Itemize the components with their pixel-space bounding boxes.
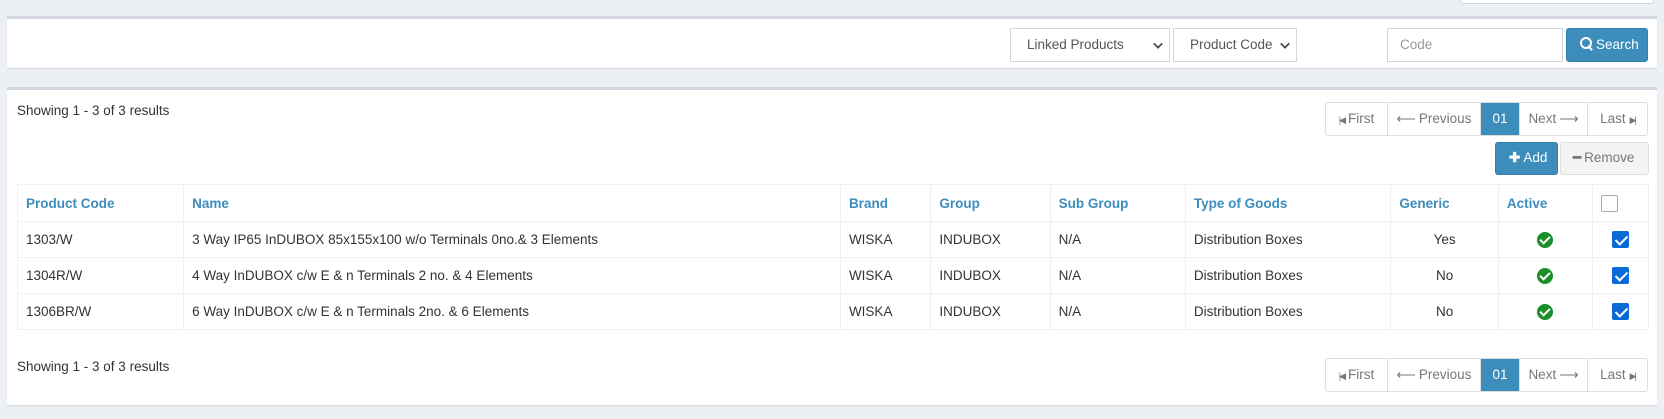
search-button-label: Search bbox=[1596, 37, 1639, 52]
column-header-name[interactable]: Name bbox=[183, 184, 841, 222]
pagination-first-button[interactable]: First bbox=[1326, 103, 1387, 135]
table-row: 1303/W 3 Way IP65 InDUBOX 85x155x100 w/o… bbox=[16, 221, 1650, 258]
cell-name: 3 Way IP65 InDUBOX 85x155x100 w/o Termin… bbox=[183, 221, 841, 258]
cell-select bbox=[1591, 221, 1650, 258]
results-panel: Showing 1 - 3 of 3 results First Previou… bbox=[7, 87, 1657, 405]
search-panel: Linked Products Product Code Code Search bbox=[7, 16, 1657, 68]
cell-type-of-goods: Distribution Boxes bbox=[1184, 257, 1392, 294]
pagination-current-label: 01 bbox=[1492, 111, 1508, 126]
table-header-row: Product Code Name Brand Group Sub Group … bbox=[16, 184, 1650, 222]
check-circle-icon bbox=[1537, 267, 1554, 284]
arrow-left-icon bbox=[1397, 367, 1419, 382]
cell-brand: WISKA bbox=[839, 257, 932, 294]
select-all-cell bbox=[1591, 184, 1650, 222]
top-panel-edge bbox=[1460, 0, 1654, 4]
code-input-placeholder: Code bbox=[1400, 37, 1433, 52]
cell-select bbox=[1591, 293, 1650, 330]
search-button[interactable]: Search bbox=[1566, 28, 1648, 62]
pagination-first-label: First bbox=[1348, 367, 1375, 382]
search-field-select[interactable]: Product Code bbox=[1173, 28, 1297, 62]
search-field-select-value: Product Code bbox=[1190, 37, 1273, 52]
remove-button-label: Remove bbox=[1584, 150, 1635, 165]
cell-active bbox=[1497, 257, 1593, 294]
pagination-last-button[interactable]: Last bbox=[1587, 103, 1647, 135]
minus-icon: ━ bbox=[1573, 150, 1582, 165]
select-all-checkbox[interactable] bbox=[1600, 194, 1618, 212]
chevron-down-icon bbox=[1280, 39, 1290, 49]
step-backward-icon bbox=[1339, 367, 1348, 382]
table-row: 1304R/W 4 Way InDUBOX c/w E & n Terminal… bbox=[16, 257, 1650, 294]
pagination-next-button[interactable]: Next bbox=[1519, 359, 1587, 391]
linked-products-select[interactable]: Linked Products bbox=[1010, 28, 1170, 62]
linked-products-select-value: Linked Products bbox=[1027, 37, 1124, 52]
column-header-sub-group[interactable]: Sub Group bbox=[1049, 184, 1186, 222]
table-row: 1306BR/W 6 Way InDUBOX c/w E & n Termina… bbox=[16, 293, 1650, 330]
column-header-active[interactable]: Active bbox=[1497, 184, 1593, 222]
column-header-product-code[interactable]: Product Code bbox=[16, 184, 185, 222]
cell-sub-group: N/A bbox=[1049, 293, 1186, 330]
pagination-bottom: First Previous 01 Next Last bbox=[1325, 358, 1648, 392]
cell-type-of-goods: Distribution Boxes bbox=[1184, 221, 1392, 258]
cell-product-code: 1304R/W bbox=[16, 257, 185, 294]
pagination-next-button[interactable]: Next bbox=[1519, 103, 1587, 135]
pagination-last-label: Last bbox=[1600, 111, 1635, 126]
plus-icon: ✚ bbox=[1509, 150, 1521, 165]
column-header-brand[interactable]: Brand bbox=[839, 184, 932, 222]
cell-group: INDUBOX bbox=[930, 221, 1051, 258]
pagination-next-label: Next bbox=[1528, 111, 1578, 126]
pagination-last-label: Last bbox=[1600, 367, 1635, 382]
row-select-checkbox[interactable] bbox=[1611, 267, 1629, 284]
pagination-top: First Previous 01 Next Last bbox=[1325, 102, 1648, 136]
cell-generic: No bbox=[1390, 257, 1499, 294]
add-button[interactable]: ✚ Add bbox=[1495, 142, 1558, 175]
pagination-current-page[interactable]: 01 bbox=[1480, 103, 1519, 135]
cell-sub-group: N/A bbox=[1049, 257, 1186, 294]
cell-generic: No bbox=[1390, 293, 1499, 330]
pagination-previous-label: Previous bbox=[1418, 111, 1472, 126]
cell-active bbox=[1497, 221, 1593, 258]
pagination-last-button[interactable]: Last bbox=[1587, 359, 1647, 391]
arrow-left-icon bbox=[1397, 111, 1419, 126]
products-table: Product Code Name Brand Group Sub Group … bbox=[16, 184, 1650, 330]
results-summary-bottom: Showing 1 - 3 of 3 results bbox=[17, 359, 170, 374]
step-backward-icon bbox=[1339, 111, 1348, 126]
cell-type-of-goods: Distribution Boxes bbox=[1184, 293, 1392, 330]
pagination-current-page[interactable]: 01 bbox=[1480, 359, 1519, 391]
row-select-checkbox[interactable] bbox=[1611, 231, 1629, 248]
cell-product-code: 1306BR/W bbox=[16, 293, 185, 330]
cell-generic: Yes bbox=[1390, 221, 1499, 258]
pagination-current-label: 01 bbox=[1492, 367, 1508, 382]
results-summary-top: Showing 1 - 3 of 3 results bbox=[17, 103, 170, 118]
cell-select bbox=[1591, 257, 1650, 294]
row-select-checkbox[interactable] bbox=[1611, 303, 1629, 320]
cell-group: INDUBOX bbox=[930, 257, 1051, 294]
cell-brand: WISKA bbox=[839, 293, 932, 330]
pagination-previous-label: Previous bbox=[1418, 367, 1472, 382]
cell-sub-group: N/A bbox=[1049, 221, 1186, 258]
search-icon bbox=[1580, 37, 1593, 50]
column-header-generic[interactable]: Generic bbox=[1390, 184, 1499, 222]
remove-button[interactable]: ━ Remove bbox=[1560, 142, 1649, 175]
cell-active bbox=[1497, 293, 1593, 330]
add-button-label: Add bbox=[1523, 150, 1548, 165]
cell-product-code: 1303/W bbox=[16, 221, 185, 258]
check-circle-icon bbox=[1537, 303, 1554, 320]
pagination-first-label: First bbox=[1348, 111, 1375, 126]
cell-name: 6 Way InDUBOX c/w E & n Terminals 2no. &… bbox=[183, 293, 841, 330]
pagination-next-label: Next bbox=[1528, 367, 1578, 382]
column-header-type-of-goods[interactable]: Type of Goods bbox=[1184, 184, 1392, 222]
check-circle-icon bbox=[1537, 231, 1554, 248]
cell-brand: WISKA bbox=[839, 221, 932, 258]
cell-group: INDUBOX bbox=[930, 293, 1051, 330]
column-header-group[interactable]: Group bbox=[930, 184, 1051, 222]
pagination-first-button[interactable]: First bbox=[1326, 359, 1387, 391]
code-input[interactable]: Code bbox=[1387, 28, 1563, 62]
pagination-previous-button[interactable]: Previous bbox=[1387, 103, 1480, 135]
chevron-down-icon bbox=[1153, 39, 1163, 49]
cell-name: 4 Way InDUBOX c/w E & n Terminals 2 no. … bbox=[183, 257, 841, 294]
pagination-previous-button[interactable]: Previous bbox=[1387, 359, 1480, 391]
